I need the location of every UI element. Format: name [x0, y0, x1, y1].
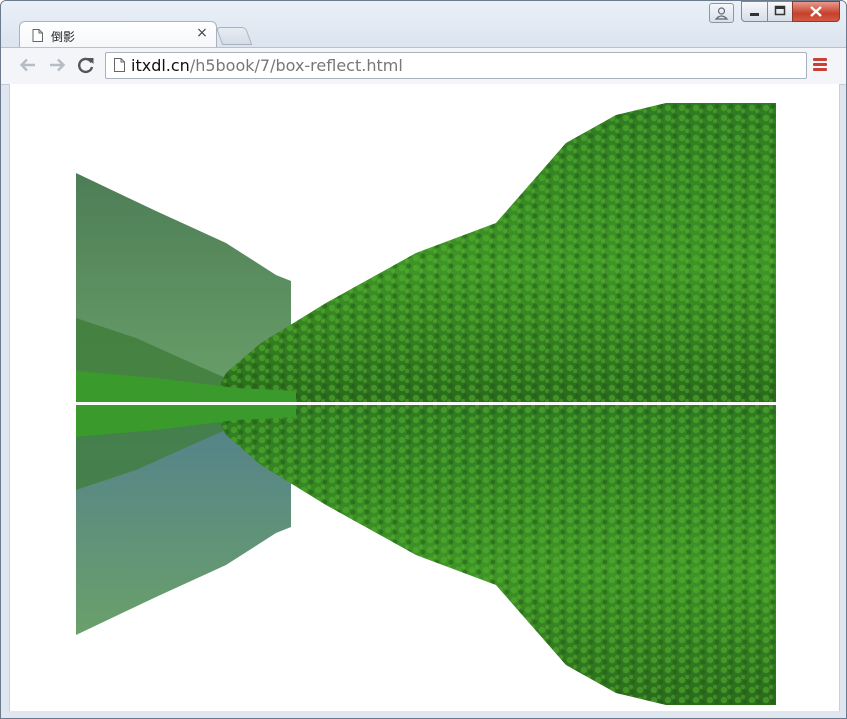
back-arrow-icon[interactable] — [16, 54, 40, 76]
page-content — [9, 84, 840, 711]
toolbar: itxdl.cn/h5book/7/box-reflect.html — [1, 47, 846, 85]
window-bottom-frame — [1, 711, 846, 718]
landscape-svg — [76, 103, 776, 705]
minimize-icon[interactable] — [741, 1, 768, 22]
maximize-icon[interactable] — [767, 1, 793, 22]
close-icon[interactable] — [792, 1, 840, 22]
forward-arrow-icon[interactable] — [45, 54, 69, 76]
landscape-reflection — [76, 405, 776, 705]
url-text: itxdl.cn/h5book/7/box-reflect.html — [131, 56, 403, 75]
new-tab-button[interactable] — [215, 27, 253, 45]
tab-title: 倒影 — [51, 30, 76, 44]
page-info-icon[interactable] — [114, 58, 125, 72]
tab-active[interactable]: 倒影 × — [19, 21, 217, 48]
reload-icon[interactable] — [74, 54, 98, 76]
url-path: /h5book/7/box-reflect.html — [189, 56, 403, 75]
address-bar[interactable]: itxdl.cn/h5book/7/box-reflect.html — [105, 52, 807, 79]
reflected-landscape-image — [76, 103, 776, 705]
landscape-original — [76, 103, 776, 403]
window-controls — [741, 1, 841, 22]
hamburger-menu-icon[interactable] — [813, 58, 829, 73]
user-icon[interactable] — [709, 3, 734, 23]
url-host: itxdl.cn — [131, 56, 190, 75]
user-glyph-icon — [714, 7, 729, 20]
title-bar: 倒影 × — [1, 1, 846, 48]
browser-window: 倒影 × itxdl.cn/h5book/7/box-reflect.html — [0, 0, 847, 719]
page-icon — [32, 29, 43, 42]
tab-close-icon[interactable]: × — [195, 26, 209, 40]
